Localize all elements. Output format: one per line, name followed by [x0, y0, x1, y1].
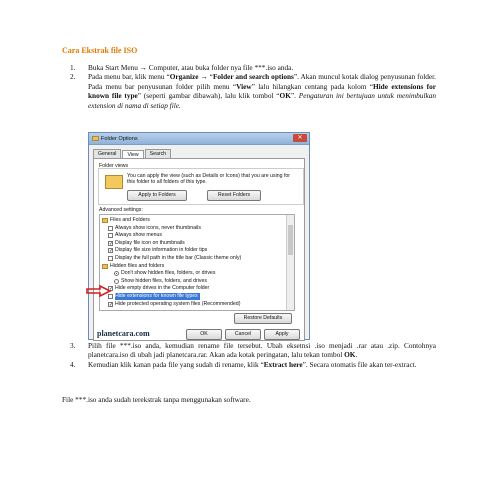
tree-item-label: Hide empty drives in the Computer folder — [115, 285, 210, 292]
advanced-settings-label: Advanced settings: — [99, 207, 143, 213]
tab-general[interactable]: General — [93, 149, 122, 158]
tree-item[interactable]: ✓ Hide protected operating system files (… — [108, 301, 240, 308]
step-2: 2. Pada menu bar, klik menu “Organize → … — [70, 72, 436, 110]
tree-item[interactable]: Always show menus — [108, 232, 162, 239]
tree-item-label: Files and Folders — [110, 217, 150, 223]
step-1: 1. Buka Start Menu → Computer, atau buka… — [70, 63, 436, 72]
cancel-button[interactable]: Cancel — [225, 329, 261, 340]
step-text: ” lalu hilangkan centang pada kolom “ — [251, 81, 373, 91]
tab-search[interactable]: Search — [144, 149, 172, 158]
step-text: ”. — [290, 91, 299, 101]
tree-item-label: Show hidden files, folders, and drives — [121, 277, 207, 284]
page-heading: Cara Ekstrak file ISO — [62, 46, 138, 55]
restore-defaults-button[interactable]: Restore Defaults — [234, 313, 292, 324]
step-text: . — [355, 350, 358, 360]
watermark: planetcara.com — [97, 329, 150, 338]
steps-list: 1. Buka Start Menu → Computer, atau buka… — [70, 63, 436, 110]
tree-item[interactable]: Don't show hidden files, folders, or dri… — [114, 270, 215, 277]
steps-list-continued: 3. Pilih file ***.iso anda, kemudian ren… — [70, 341, 436, 369]
tree-item: Files and Folders — [102, 217, 150, 224]
step-text: Kemudian klik kanan pada file yang sudah… — [88, 359, 264, 369]
step-number: 2. — [70, 72, 76, 82]
final-text: File ***.iso anda sudah terekstrak tanpa… — [62, 395, 251, 404]
bold-term: View — [236, 81, 252, 91]
step-number: 4. — [70, 359, 76, 369]
folder-view-icon — [105, 175, 123, 189]
folder-views-group: You can apply the view (such as Details … — [98, 168, 304, 205]
tree-item[interactable]: Display the full path in the title bar (… — [108, 255, 241, 262]
folder-icon — [102, 263, 108, 269]
dialog-titlebar: Folder Options ✕ — [89, 133, 309, 145]
step-text: Pilih file ***.iso anda, kemudian rename… — [88, 341, 436, 360]
bold-term: Organize — [169, 72, 199, 82]
tree-item: Hidden files and folders — [102, 263, 164, 270]
folder-options-dialog: Folder Options ✕ General View Search Fol… — [86, 132, 310, 341]
tab-bar: General View Search — [89, 145, 309, 159]
step-number: 3. — [70, 341, 76, 350]
step-3: 3. Pilih file ***.iso anda, kemudian ren… — [70, 341, 436, 360]
step-number: 1. — [70, 63, 76, 72]
tree-item[interactable]: ✓ Display file size information in folder… — [108, 247, 207, 254]
step-text: Buka Start Menu → Computer, atau buka fo… — [88, 63, 294, 72]
tree-item[interactable]: Always show icons, never thumbnails — [108, 225, 201, 232]
folder-icon — [102, 218, 108, 223]
tree-scrollbar[interactable] — [286, 215, 294, 310]
checkbox[interactable] — [108, 225, 113, 231]
step-text: ”. Secara otomatis file akan ter-extract… — [302, 359, 417, 369]
tree-item-label: Hide protected operating system files (R… — [115, 300, 241, 307]
checkbox[interactable] — [108, 256, 113, 261]
dialog-title: Folder Options — [101, 135, 138, 142]
tree-item-label: Hidden files and folders — [110, 262, 165, 269]
tree-item-label: Display file size information in folder … — [115, 247, 208, 254]
view-panel: Folder views You can apply the view (suc… — [86, 158, 305, 341]
tree-item-label: Always show icons, never thumbnails — [115, 224, 201, 231]
bold-term: Extract here — [263, 359, 303, 369]
tree-item[interactable]: Hide extensions for known file types — [108, 293, 200, 300]
ok-button[interactable]: OK — [186, 329, 222, 340]
radio-button[interactable] — [114, 278, 119, 284]
step-4: 4. Kemudian klik kanan pada file yang su… — [70, 360, 436, 369]
radio-button[interactable] — [114, 271, 119, 277]
tree-item-label: Display file icon on thumbnails — [115, 239, 185, 246]
bold-term: OK — [279, 91, 291, 101]
checkbox[interactable]: ✓ — [108, 240, 113, 246]
tree-item-label: Always show menus — [115, 232, 162, 239]
tree-item-label: Hide extensions for known file types — [115, 293, 200, 300]
scrollbar-thumb[interactable] — [288, 225, 293, 255]
tree-item[interactable]: ✓ Hide empty drives in the Computer folde… — [108, 285, 209, 292]
tree-item-label: Display the full path in the title bar (… — [115, 255, 242, 261]
folder-icon — [92, 136, 99, 141]
step-text: Pada menu bar, klik menu “ — [88, 72, 170, 82]
advanced-settings-tree: Files and Folders Always show icons, neve… — [99, 214, 295, 311]
tree-item[interactable]: ✓ Display file icon on thumbnails — [108, 240, 185, 247]
reset-folders-button[interactable]: Reset Folders — [207, 190, 261, 201]
red-arrow-icon — [86, 285, 112, 297]
tree-item[interactable]: Show hidden files, folders, and drives — [114, 278, 207, 285]
step-text: → “ — [198, 72, 213, 82]
checkbox[interactable] — [108, 233, 113, 239]
checkbox[interactable]: ✓ — [108, 248, 113, 254]
bold-term: Folder and search options — [212, 72, 294, 82]
step-text: ” (seperti gambar dibawah), lalu klik to… — [137, 91, 280, 101]
folder-views-text: You can apply the view (such as Details … — [127, 173, 291, 185]
checkbox[interactable]: ✓ — [108, 301, 113, 307]
tree-item-label: Don't show hidden files, folders, or dri… — [121, 270, 216, 277]
apply-button[interactable]: Apply — [264, 329, 300, 340]
apply-to-folders-button[interactable]: Apply to Folders — [127, 190, 187, 201]
bold-term: OK — [344, 350, 356, 360]
close-icon[interactable]: ✕ — [293, 134, 307, 142]
